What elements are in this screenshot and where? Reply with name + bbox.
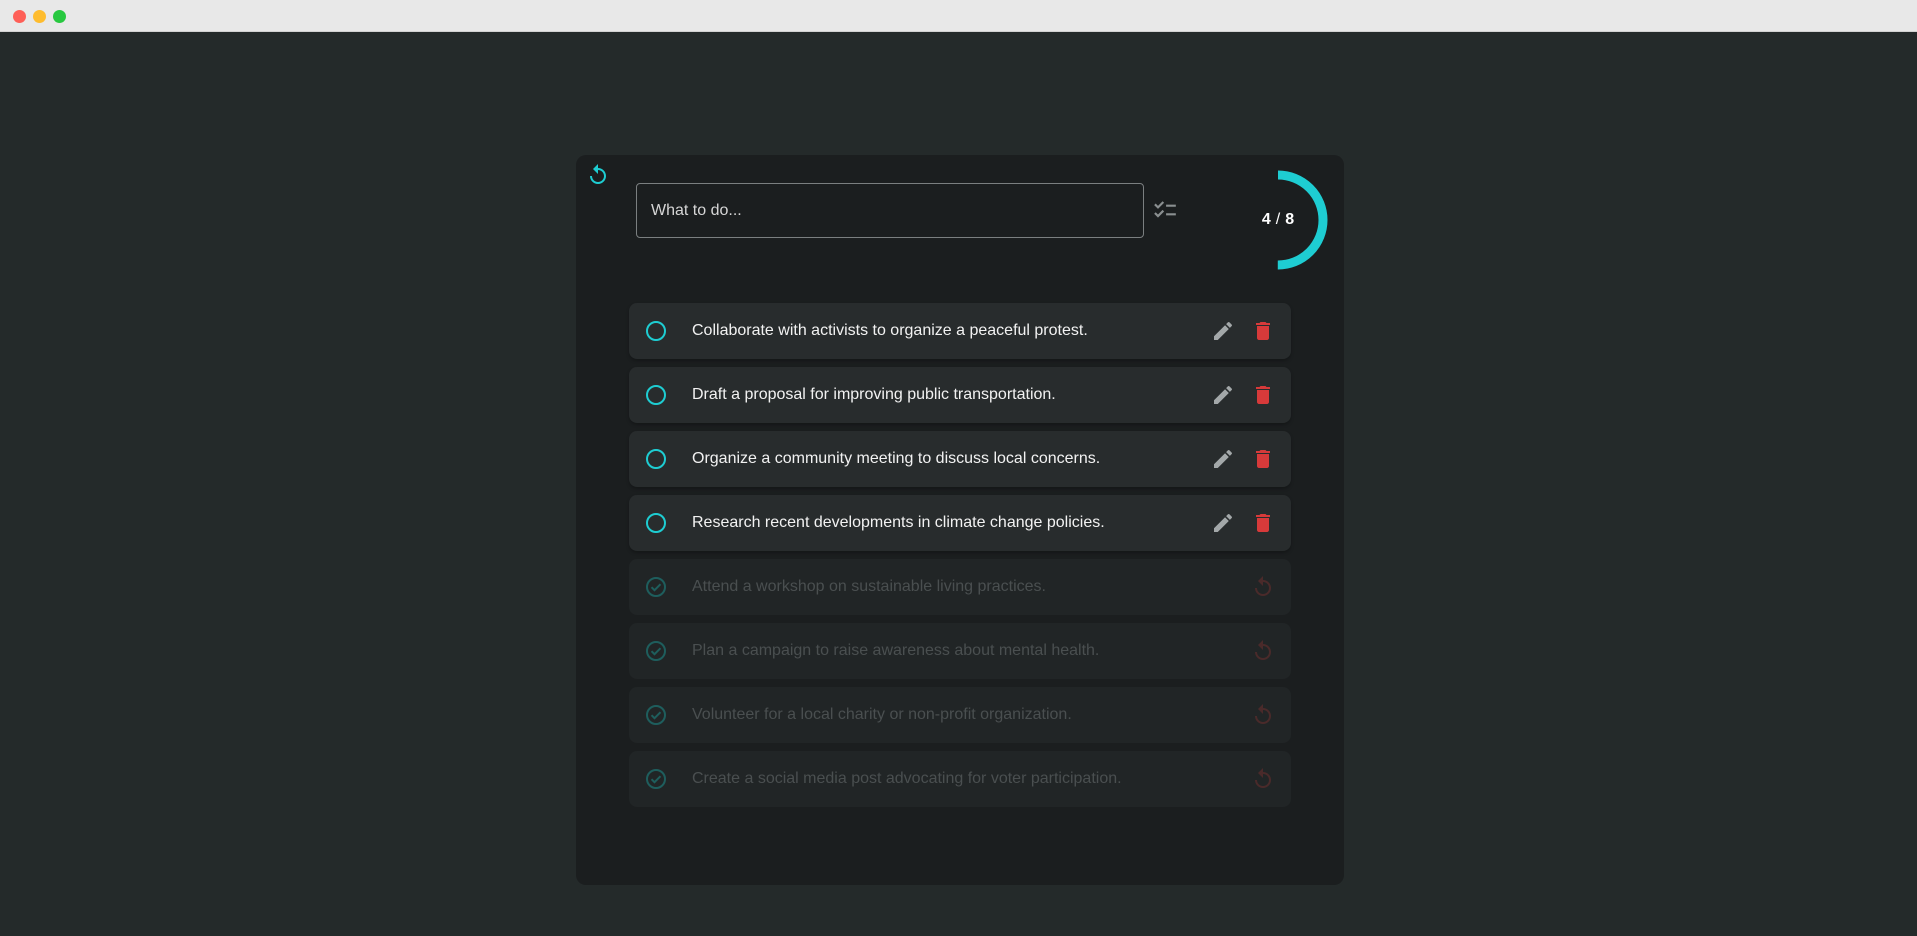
task-text: Research recent developments in climate …	[692, 514, 1105, 531]
app-viewport: 4 / 8 Collaborate with activists to orga…	[0, 32, 1917, 936]
check-circle-icon[interactable]	[644, 639, 668, 663]
circle-icon[interactable]	[644, 511, 668, 535]
task-text: Organize a community meeting to discuss …	[692, 450, 1101, 467]
check-circle-icon[interactable]	[644, 703, 668, 727]
progress-label: 4 / 8	[1226, 168, 1330, 272]
undo-icon[interactable]	[1251, 575, 1275, 599]
progress-indicator: 4 / 8	[1226, 168, 1330, 272]
trash-icon[interactable]	[1251, 319, 1275, 343]
circle-icon[interactable]	[644, 447, 668, 471]
undo-icon[interactable]	[1251, 703, 1275, 727]
checklist-icon[interactable]	[1152, 197, 1178, 223]
pencil-icon[interactable]	[1211, 383, 1235, 407]
task-text: Collaborate with activists to organize a…	[692, 322, 1088, 339]
new-task-input[interactable]	[636, 183, 1144, 238]
pencil-icon[interactable]	[1211, 319, 1235, 343]
pencil-icon[interactable]	[1211, 447, 1235, 471]
minimize-window-button[interactable]	[33, 10, 46, 23]
task-row: Research recent developments in climate …	[629, 495, 1291, 551]
trash-icon[interactable]	[1251, 511, 1275, 535]
pencil-icon[interactable]	[1211, 511, 1235, 535]
maximize-window-button[interactable]	[53, 10, 66, 23]
task-text: Plan a campaign to raise awareness about…	[692, 642, 1100, 659]
todo-panel: 4 / 8 Collaborate with activists to orga…	[576, 155, 1344, 885]
task-text: Create a social media post advocating fo…	[692, 770, 1122, 787]
completed-count: 4	[1261, 211, 1271, 228]
completed-task-row: Attend a workshop on sustainable living …	[629, 559, 1291, 615]
completed-task-row: Plan a campaign to raise awareness about…	[629, 623, 1291, 679]
task-row: Collaborate with activists to organize a…	[629, 303, 1291, 359]
completed-task-row: Create a social media post advocating fo…	[629, 751, 1291, 807]
circle-icon[interactable]	[644, 383, 668, 407]
close-window-button[interactable]	[13, 10, 26, 23]
circle-icon[interactable]	[644, 319, 668, 343]
trash-icon[interactable]	[1251, 383, 1275, 407]
window-titlebar	[0, 0, 1917, 32]
task-row: Draft a proposal for improving public tr…	[629, 367, 1291, 423]
task-text: Draft a proposal for improving public tr…	[692, 386, 1056, 403]
check-circle-icon[interactable]	[644, 767, 668, 791]
check-circle-icon[interactable]	[644, 575, 668, 599]
progress-separator: /	[1275, 211, 1281, 228]
completed-task-row: Volunteer for a local charity or non-pro…	[629, 687, 1291, 743]
undo-icon[interactable]	[1251, 767, 1275, 791]
task-row: Organize a community meeting to discuss …	[629, 431, 1291, 487]
task-text: Volunteer for a local charity or non-pro…	[692, 706, 1072, 723]
task-list: Collaborate with activists to organize a…	[629, 303, 1291, 815]
undo-icon[interactable]	[1251, 639, 1275, 663]
total-count: 8	[1285, 211, 1295, 228]
refresh-icon[interactable]	[586, 163, 610, 187]
task-text: Attend a workshop on sustainable living …	[692, 578, 1046, 595]
trash-icon[interactable]	[1251, 447, 1275, 471]
